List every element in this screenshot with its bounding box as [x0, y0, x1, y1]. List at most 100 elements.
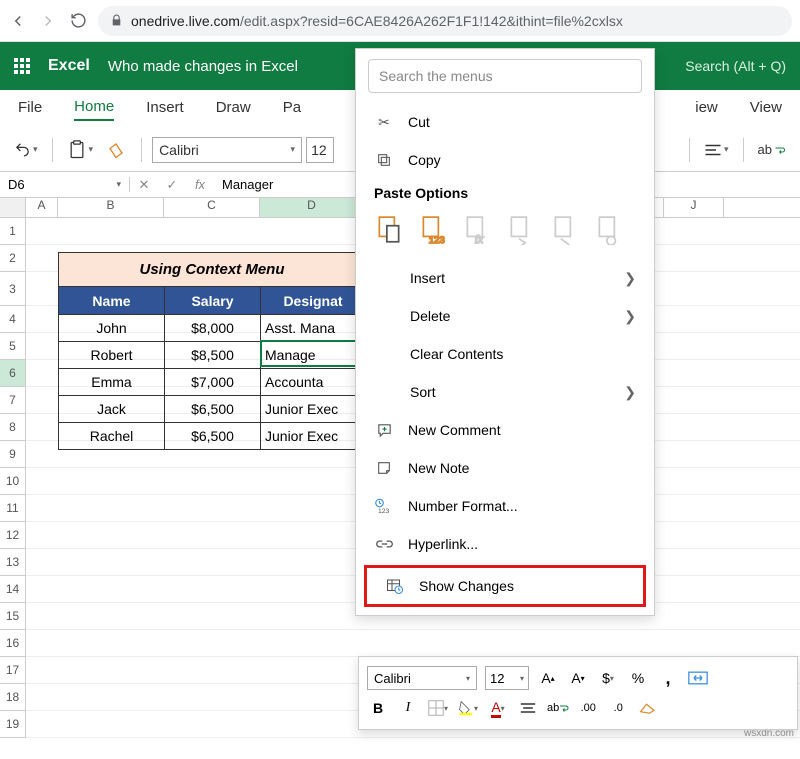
paste-icon[interactable]: [374, 213, 404, 247]
browser-toolbar: onedrive.live.com/edit.aspx?resid=6CAE84…: [0, 0, 800, 42]
paste-options-row: 123 fx: [356, 207, 654, 259]
decrease-font-icon[interactable]: A▾: [567, 667, 589, 689]
format-painter-button[interactable]: [101, 135, 131, 165]
tab-insert[interactable]: Insert: [146, 99, 184, 120]
increase-font-icon[interactable]: A▴: [537, 667, 559, 689]
select-all-corner[interactable]: [0, 198, 26, 217]
paste-formulas-icon[interactable]: fx: [462, 213, 492, 247]
menu-cut[interactable]: ✂Cut: [356, 103, 654, 141]
chevron-right-icon: ❯: [624, 384, 636, 401]
menu-copy[interactable]: Copy: [356, 141, 654, 179]
col-header[interactable]: J: [664, 198, 724, 217]
col-header[interactable]: D: [260, 198, 364, 217]
row-header[interactable]: 9: [0, 441, 26, 468]
menu-sort[interactable]: Sort❯: [356, 373, 654, 411]
paste-values-icon[interactable]: 123: [418, 213, 448, 247]
font-selector[interactable]: Calibri▾: [152, 137, 302, 163]
paste-transpose-icon[interactable]: [506, 213, 536, 247]
row-header[interactable]: 8: [0, 414, 26, 441]
row-header[interactable]: 2: [0, 245, 26, 272]
table-title: Using Context Menu: [59, 253, 365, 287]
show-changes-icon: [385, 578, 405, 594]
italic-button[interactable]: I: [397, 697, 419, 719]
menu-show-changes[interactable]: Show Changes: [367, 568, 643, 604]
tab-view[interactable]: View: [750, 99, 782, 120]
menu-clear-contents[interactable]: Clear Contents: [356, 335, 654, 373]
align-center-button[interactable]: [517, 697, 539, 719]
increase-decimal-icon[interactable]: .0: [607, 697, 629, 719]
table-row: Rachel$6,500Junior Exec: [59, 422, 365, 449]
menu-new-comment[interactable]: New Comment: [356, 411, 654, 449]
tab-file[interactable]: File: [18, 99, 42, 120]
document-name[interactable]: Who made changes in Excel: [108, 58, 298, 75]
back-icon[interactable]: [8, 11, 28, 31]
confirm-icon[interactable]: ✓: [158, 177, 186, 193]
menu-hyperlink[interactable]: Hyperlink...: [356, 525, 654, 563]
comma-icon[interactable]: ,: [657, 667, 679, 689]
wrap-text-button[interactable]: ab: [754, 135, 790, 165]
row-header[interactable]: 19: [0, 711, 26, 738]
forward-icon[interactable]: [38, 11, 58, 31]
mini-font-selector[interactable]: Calibri▾: [367, 666, 477, 690]
tab-home[interactable]: Home: [74, 98, 114, 121]
svg-text:fx: fx: [475, 234, 484, 245]
tab-page-layout[interactable]: Pa: [283, 99, 301, 120]
paste-formatting-icon[interactable]: [550, 213, 580, 247]
col-header[interactable]: C: [164, 198, 260, 217]
percent-icon[interactable]: %: [627, 667, 649, 689]
undo-button[interactable]: ▾: [10, 135, 42, 165]
row-header[interactable]: 15: [0, 603, 26, 630]
app-launcher-icon[interactable]: [14, 58, 30, 74]
tab-draw[interactable]: Draw: [216, 99, 251, 120]
search-hint[interactable]: Search (Alt + Q): [685, 58, 786, 74]
table-row: Robert$8,500Manage: [59, 341, 365, 368]
formula-input[interactable]: Manager: [214, 177, 281, 192]
col-header[interactable]: B: [58, 198, 164, 217]
align-button[interactable]: ▾: [700, 135, 733, 165]
row-header[interactable]: 13: [0, 549, 26, 576]
row-header[interactable]: 17: [0, 657, 26, 684]
context-menu: Search the menus ✂Cut Copy Paste Options…: [355, 48, 655, 616]
currency-icon[interactable]: $▾: [597, 667, 619, 689]
menu-search-input[interactable]: Search the menus: [368, 59, 642, 93]
bold-button[interactable]: B: [367, 697, 389, 719]
font-color-button[interactable]: A▾: [487, 697, 509, 719]
cancel-icon[interactable]: ✕: [130, 177, 158, 193]
row-header[interactable]: 4: [0, 306, 26, 333]
row-header[interactable]: 1: [0, 218, 26, 245]
row-header[interactable]: 12: [0, 522, 26, 549]
name-box[interactable]: D6▾: [0, 177, 130, 192]
menu-number-format[interactable]: 123Number Format...: [356, 487, 654, 525]
mini-size-selector[interactable]: 12▾: [485, 666, 529, 690]
row-header[interactable]: 7: [0, 387, 26, 414]
merge-icon[interactable]: [687, 667, 709, 689]
borders-button[interactable]: ▾: [427, 697, 449, 719]
address-bar[interactable]: onedrive.live.com/edit.aspx?resid=6CAE84…: [98, 6, 792, 36]
menu-new-note[interactable]: New Note: [356, 449, 654, 487]
fill-color-button[interactable]: ▾: [457, 697, 479, 719]
row-header[interactable]: 6: [0, 360, 26, 387]
clear-format-icon[interactable]: [637, 697, 659, 719]
tab-review[interactable]: iew: [695, 99, 718, 120]
row-header[interactable]: 3: [0, 272, 26, 306]
menu-delete[interactable]: Delete❯: [356, 297, 654, 335]
row-header[interactable]: 14: [0, 576, 26, 603]
menu-insert[interactable]: Insert❯: [356, 259, 654, 297]
row-header[interactable]: 5: [0, 333, 26, 360]
row-header[interactable]: 11: [0, 495, 26, 522]
row-header[interactable]: 16: [0, 630, 26, 657]
th-name: Name: [59, 287, 165, 314]
row-header[interactable]: 10: [0, 468, 26, 495]
row-header[interactable]: 18: [0, 684, 26, 711]
paste-link-icon[interactable]: [594, 213, 624, 247]
font-size-selector[interactable]: 12: [306, 137, 334, 163]
hyperlink-icon: [374, 538, 394, 550]
reload-icon[interactable]: [68, 11, 88, 31]
chevron-right-icon: ❯: [624, 270, 636, 287]
lock-icon: [110, 14, 123, 27]
decrease-decimal-icon[interactable]: .00: [577, 697, 599, 719]
paste-button[interactable]: ▾: [63, 135, 98, 165]
wrap-text-mini[interactable]: ab: [547, 697, 569, 719]
fx-icon[interactable]: fx: [186, 177, 214, 192]
col-header[interactable]: A: [26, 198, 58, 217]
